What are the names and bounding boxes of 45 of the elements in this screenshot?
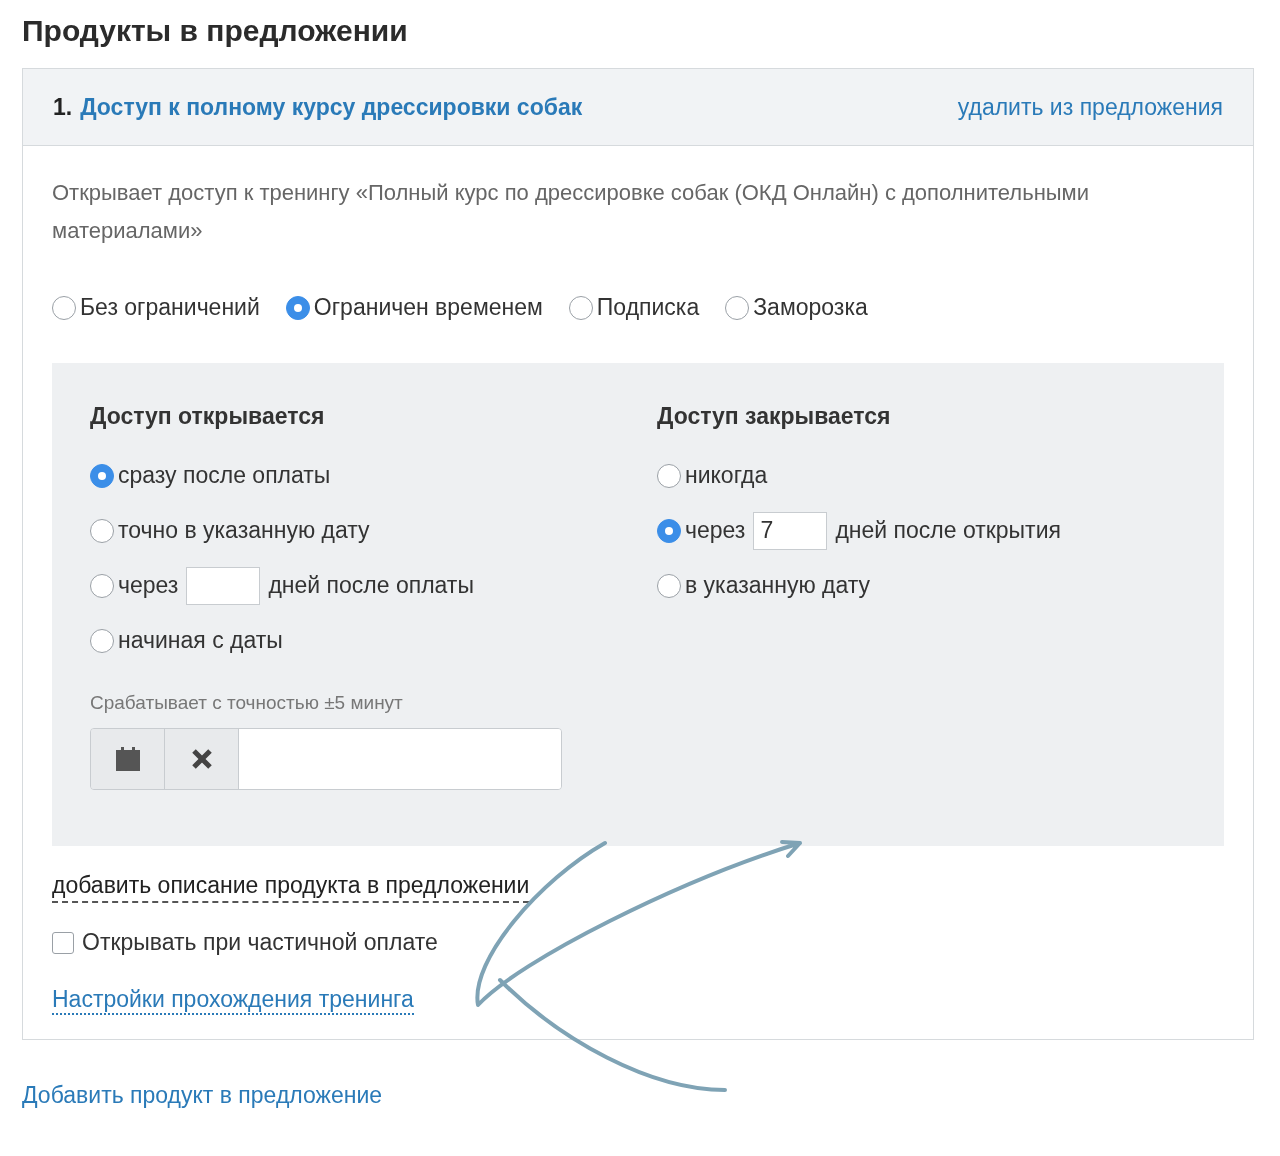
remove-link[interactable]: удалить из предложения xyxy=(957,93,1223,121)
option-label: через xyxy=(118,572,179,599)
option-label: дней после открытия xyxy=(835,517,1061,544)
option-label: сразу после оплаты xyxy=(118,462,331,489)
calendar-icon xyxy=(114,746,141,772)
radio-button[interactable] xyxy=(52,295,76,320)
radio-button[interactable] xyxy=(90,463,114,488)
option-label: начиная с даты xyxy=(118,627,283,654)
days-input[interactable] xyxy=(186,566,261,605)
column-heading: Доступ открывается xyxy=(90,403,326,430)
checkbox[interactable] xyxy=(52,931,74,954)
add-description-link[interactable]: добавить описание продукта в предложении xyxy=(52,872,530,903)
radio-button[interactable] xyxy=(657,463,681,488)
option-label: дней после оплаты xyxy=(268,572,474,599)
radio-button[interactable] xyxy=(90,573,114,598)
days-input[interactable]: 7 xyxy=(753,511,828,550)
section-title: Продукты в предложении xyxy=(22,14,409,48)
calendar-button[interactable] xyxy=(91,729,165,789)
option-label: в указанную дату xyxy=(685,572,871,599)
option-label: Без ограничений xyxy=(80,294,260,321)
column-heading: Доступ закрывается xyxy=(657,403,892,430)
option-label: Ограничен временем xyxy=(313,294,543,321)
radio-button[interactable] xyxy=(657,518,681,543)
radio-button[interactable] xyxy=(90,518,114,543)
product-description: Открывает доступ к тренингу «Полный курс по дрессировке собак (ОКД Онлайн) с дополнительными материалами» xyxy=(52,179,1091,245)
date-picker[interactable] xyxy=(90,728,562,790)
training-settings-link[interactable]: Настройки прохождения тренинга xyxy=(52,986,414,1015)
radio-button[interactable] xyxy=(90,628,114,653)
option-label: точно в указанную дату xyxy=(118,517,370,544)
radio-button[interactable] xyxy=(657,573,681,598)
close-icon xyxy=(190,748,213,770)
add-product-link[interactable]: Добавить продукт в предложение xyxy=(22,1082,383,1109)
checkbox-label: Открывать при частичной оплате xyxy=(82,929,438,956)
option-label: Подписка xyxy=(596,294,700,321)
radio-button[interactable] xyxy=(568,295,593,320)
date-input[interactable] xyxy=(239,729,561,789)
radio-button[interactable] xyxy=(725,295,750,320)
option-label: Заморозка xyxy=(753,294,868,321)
hint-text: Срабатывает с точностью ±5 минут xyxy=(90,692,404,714)
clear-button[interactable] xyxy=(165,729,239,789)
product-number: 1. xyxy=(53,93,73,121)
product-name-link[interactable]: Доступ к полному курсу дрессировки собак xyxy=(80,93,583,121)
option-label: никогда xyxy=(685,462,768,489)
radio-button[interactable] xyxy=(285,295,310,320)
option-label: через xyxy=(685,517,746,544)
